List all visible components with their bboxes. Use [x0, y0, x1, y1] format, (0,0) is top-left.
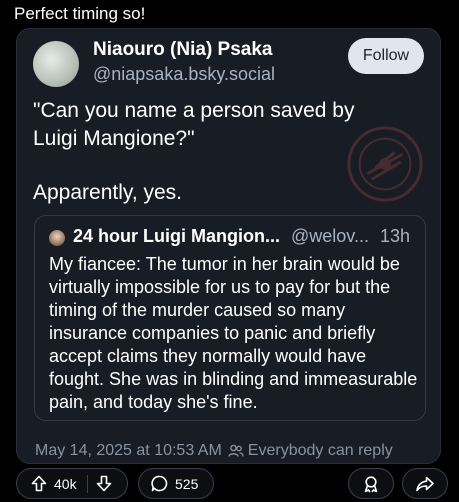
vote-divider: [86, 474, 88, 493]
comments-button[interactable]: 525: [138, 468, 214, 499]
share-icon: [416, 476, 434, 491]
quoted-author-avatar[interactable]: [49, 230, 65, 246]
quoted-author-handle[interactable]: @welov...: [291, 226, 369, 246]
seal-watermark-icon: [347, 126, 423, 202]
comment-icon: [151, 475, 168, 492]
follow-button[interactable]: Follow: [348, 38, 424, 74]
caption-title: Perfect timing so!: [14, 4, 146, 23]
arrow-down-icon[interactable]: [96, 475, 112, 492]
post-text-line: Apparently, yes.: [33, 181, 183, 204]
comment-count: 525: [175, 475, 199, 492]
action-bar: 40k 525: [0, 468, 459, 502]
upvote-count: 40k: [54, 475, 77, 492]
author-handle[interactable]: @niapsaka.bsky.social: [93, 64, 275, 85]
award-icon: [364, 475, 378, 492]
post-card: Niaouro (Nia) Psaka @niapsaka.bsky.socia…: [16, 28, 441, 464]
post-timestamp: May 14, 2025 at 10:53 AM: [35, 442, 222, 459]
author-name[interactable]: Niaouro (Nia) Psaka: [93, 39, 273, 61]
quoted-post-time: 13h: [380, 226, 411, 246]
quoted-author-name[interactable]: 24 hour Luigi Mangion...: [73, 226, 280, 246]
post-meta: May 14, 2025 at 10:53 AM Everybody can r…: [35, 442, 393, 460]
share-button[interactable]: [402, 468, 448, 499]
award-button[interactable]: [348, 468, 394, 499]
people-icon: [228, 444, 244, 457]
post-text: "Can you name a person saved by Luigi Ma…: [33, 97, 373, 207]
quoted-post-body: My fiancee: The tumor in her brain would…: [49, 254, 418, 412]
reply-audience[interactable]: Everybody can reply: [228, 442, 393, 460]
quoted-post[interactable]: 24 hour Luigi Mangion... @welov... 13h M…: [34, 215, 426, 421]
author-avatar[interactable]: [33, 41, 79, 87]
post-text-line: "Can you name a person saved by Luigi Ma…: [33, 99, 355, 150]
vote-control: 40k: [16, 468, 128, 499]
arrow-up-icon[interactable]: [31, 475, 47, 492]
reply-audience-label: Everybody can reply: [247, 442, 393, 459]
quoted-post-header: 24 hour Luigi Mangion... @welov... 13h: [73, 226, 410, 247]
